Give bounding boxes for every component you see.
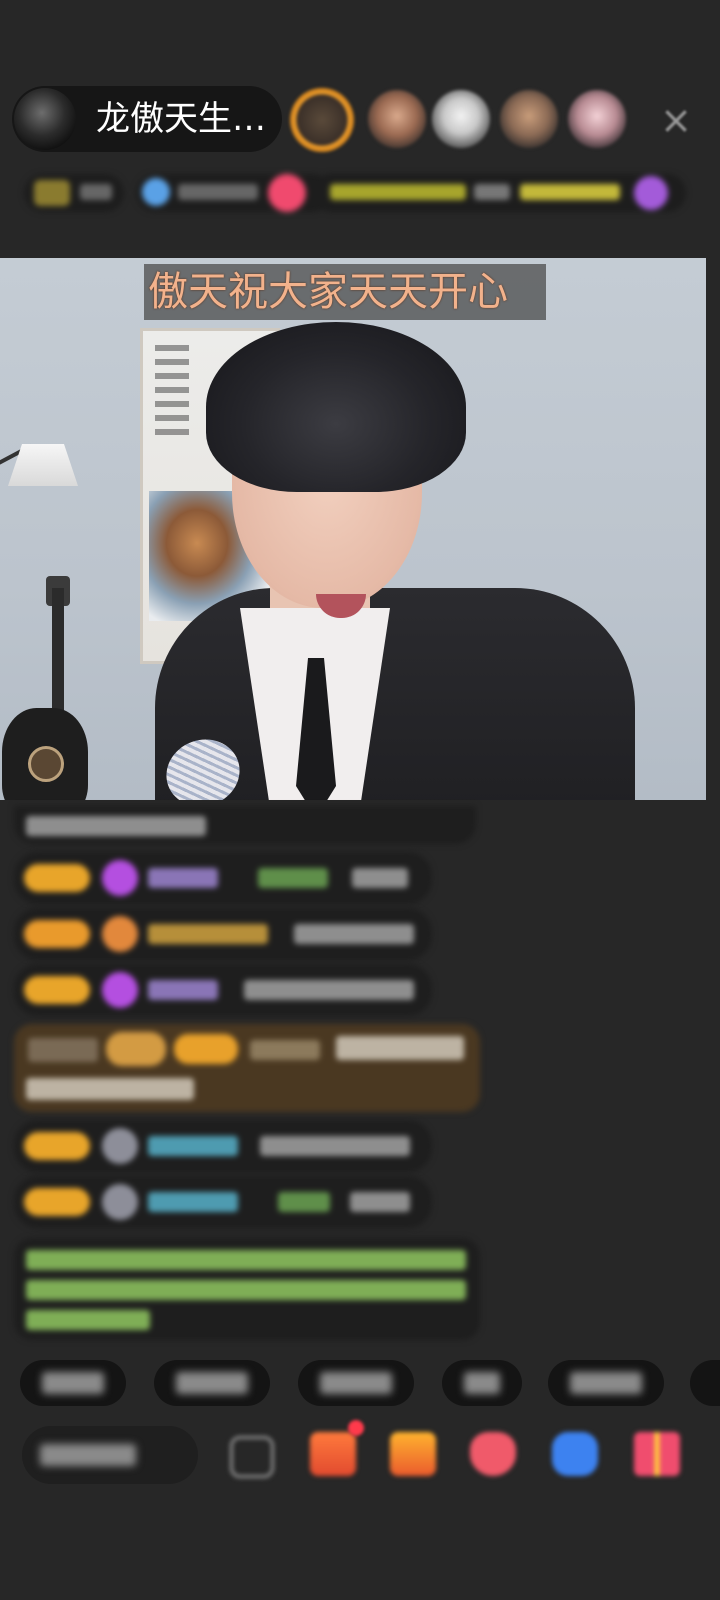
close-icon[interactable]: × [654, 98, 698, 142]
marquee-text [474, 184, 510, 200]
fan-badge-icon [102, 1184, 138, 1220]
video-frame[interactable]: 傲天祝大家天天开心 [0, 258, 706, 800]
fan-badge-icon [102, 860, 138, 896]
viewer-avatar[interactable] [290, 88, 354, 152]
quick-reply-chip[interactable] [298, 1360, 414, 1406]
chat-text [350, 1192, 410, 1212]
viewer-avatar[interactable] [368, 90, 426, 148]
fan-badge-icon [102, 1128, 138, 1164]
game-icon[interactable] [552, 1432, 598, 1476]
chat-message[interactable] [14, 806, 476, 844]
chat-input[interactable] [22, 1426, 198, 1484]
fan-badge-icon [102, 972, 138, 1008]
emoji-icon[interactable] [230, 1436, 274, 1478]
host-name: 龙傲天生… [96, 100, 266, 138]
chat-message[interactable] [14, 964, 432, 1016]
chat-username [148, 924, 268, 944]
level-badge [24, 864, 90, 892]
chat-text [244, 980, 414, 1000]
fans-icon [142, 178, 170, 206]
system-message [14, 1238, 480, 1340]
marquee-text [330, 184, 466, 200]
host-avatar[interactable] [14, 88, 76, 150]
chat-username [148, 868, 218, 888]
banner-text: 傲天祝大家天天开心 [148, 269, 508, 315]
marquee-text [520, 184, 620, 200]
chat-username [148, 1136, 238, 1156]
chat-username [148, 980, 218, 1000]
fans-club-icon [268, 174, 306, 212]
chat-message[interactable] [14, 852, 432, 904]
viewer-avatar[interactable] [568, 90, 626, 148]
gift-message[interactable] [14, 1024, 480, 1112]
viewer-avatar[interactable] [432, 90, 490, 148]
stream-info-row [24, 170, 688, 216]
live-stream-screen: 龙傲天生… × 傲天祝大家天天开心 [0, 0, 720, 1600]
rank-icon [34, 180, 70, 206]
gift-badge [106, 1032, 166, 1066]
fan-badge-icon [102, 916, 138, 952]
level-badge [24, 920, 90, 948]
gift-icon[interactable] [310, 1432, 356, 1476]
chat-message[interactable] [14, 1120, 432, 1172]
heart-icon[interactable] [470, 1432, 516, 1476]
level-badge [24, 976, 90, 1004]
level-badge [24, 1188, 90, 1216]
level-badge [174, 1034, 238, 1064]
chat-username [258, 868, 328, 888]
activity-icon [634, 176, 668, 210]
viewer-avatar[interactable] [500, 90, 558, 148]
level-badge [24, 1132, 90, 1160]
quick-reply-chip[interactable] [154, 1360, 270, 1406]
chat-message[interactable] [14, 908, 432, 960]
chat-username [278, 1192, 330, 1212]
more-icon[interactable] [634, 1432, 680, 1476]
rank-text [80, 184, 112, 200]
chat-text [352, 868, 408, 888]
host-info-chip[interactable]: 龙傲天生… [12, 86, 282, 152]
guitar-soundhole [28, 746, 64, 782]
chat-username [148, 1192, 238, 1212]
chat-input-placeholder [40, 1444, 136, 1466]
chat-text [294, 924, 414, 944]
notification-dot [348, 1420, 364, 1436]
streamer-hair [206, 322, 466, 492]
quick-reply-chip[interactable] [442, 1360, 522, 1406]
chat-message[interactable] [14, 1176, 432, 1228]
quick-reply-chip[interactable] [690, 1360, 720, 1406]
quick-reply-chip[interactable] [20, 1360, 126, 1406]
stream-banner: 傲天祝大家天天开心 [144, 264, 546, 320]
fans-text [178, 184, 258, 200]
gift-box-icon[interactable] [390, 1432, 436, 1476]
chat-text [260, 1136, 410, 1156]
quick-reply-chip[interactable] [548, 1360, 664, 1406]
